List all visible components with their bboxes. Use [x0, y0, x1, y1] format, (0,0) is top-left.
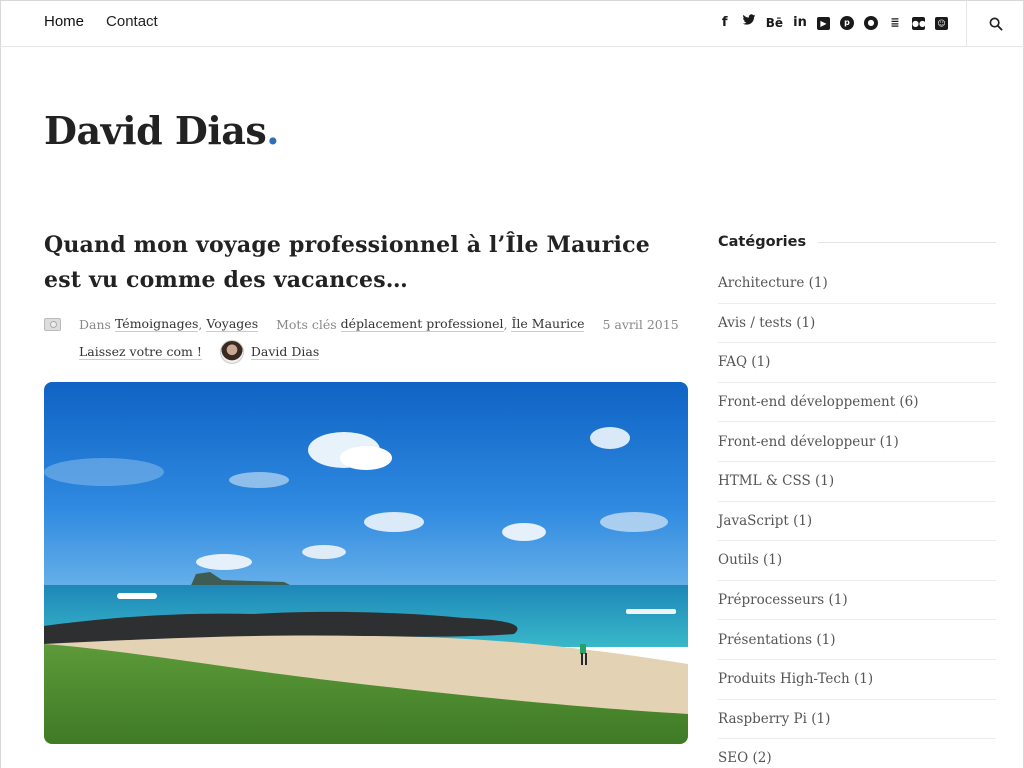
divider [818, 241, 996, 243]
tag-link[interactable]: déplacement professionel [340, 316, 504, 332]
nav-home[interactable]: Home [44, 13, 84, 30]
site-logo[interactable]: David Dias. [44, 108, 280, 153]
category-item[interactable]: Avis / tests (1) [718, 304, 996, 344]
author-link[interactable]: David Dias [250, 344, 320, 360]
category-item[interactable]: Présentations (1) [718, 620, 996, 660]
category-link[interactable]: Témoignages [114, 316, 199, 332]
category-item[interactable]: Produits High-Tech (1) [718, 660, 996, 700]
category-item[interactable]: FAQ (1) [718, 343, 996, 383]
behance-icon[interactable]: Bē [766, 14, 783, 32]
beach-photo [44, 382, 688, 744]
main-nav: Home Contact [44, 13, 158, 30]
post-meta: Dans Témoignages, Voyages Mots clés dépl… [44, 312, 688, 366]
category-item[interactable]: Raspberry Pi (1) [718, 700, 996, 740]
comment-link[interactable]: Laissez votre com ! [79, 344, 202, 360]
nav-contact[interactable]: Contact [106, 13, 158, 30]
pinterest-icon[interactable]: p [840, 16, 854, 30]
tags-label: Mots clés [276, 316, 337, 332]
post: Quand mon voyage professionnel à l’Île M… [44, 228, 688, 366]
category-item[interactable]: Préprocesseurs (1) [718, 581, 996, 621]
slideshare-icon[interactable]: ☺ [935, 16, 948, 30]
github-icon[interactable]: ● [864, 16, 878, 30]
featured-image[interactable] [44, 382, 688, 744]
top-bar: Home Contact f Bē in ▶ p ● ≣ ●● ☺ [0, 0, 1024, 47]
flickr-icon[interactable]: ●● [912, 16, 926, 30]
tag-link[interactable]: Île Maurice [511, 316, 585, 332]
camera-icon [44, 317, 61, 331]
category-item[interactable]: JavaScript (1) [718, 502, 996, 542]
youtube-icon[interactable]: ▶ [817, 16, 830, 30]
search-button[interactable] [966, 0, 1024, 47]
categories-header: Catégories [718, 228, 996, 256]
sidebar: Catégories Architecture (1) Avis / tests… [718, 228, 996, 768]
category-item[interactable]: Outils (1) [718, 541, 996, 581]
linkedin-icon[interactable]: in [793, 14, 807, 32]
stackoverflow-icon[interactable]: ≣ [888, 14, 902, 32]
search-icon [989, 17, 1003, 31]
site-title: David Dias [44, 108, 267, 153]
categories-title: Catégories [718, 234, 807, 250]
category-item[interactable]: HTML & CSS (1) [718, 462, 996, 502]
facebook-icon[interactable]: f [718, 14, 732, 32]
avatar [219, 340, 244, 364]
category-item[interactable]: Architecture (1) [718, 264, 996, 304]
in-label: Dans [79, 316, 111, 332]
post-title[interactable]: Quand mon voyage professionnel à l’Île M… [44, 228, 688, 298]
category-item[interactable]: SEO (2) [718, 739, 996, 768]
category-link[interactable]: Voyages [206, 316, 259, 332]
category-list: Architecture (1) Avis / tests (1) FAQ (1… [718, 264, 996, 768]
twitter-icon[interactable] [742, 14, 756, 32]
category-item[interactable]: Front-end développement (6) [718, 383, 996, 423]
category-item[interactable]: Front-end développeur (1) [718, 422, 996, 462]
logo-dot: . [266, 108, 280, 153]
post-date: 5 avril 2015 [602, 316, 679, 332]
social-links: f Bē in ▶ p ● ≣ ●● ☺ [718, 14, 948, 32]
